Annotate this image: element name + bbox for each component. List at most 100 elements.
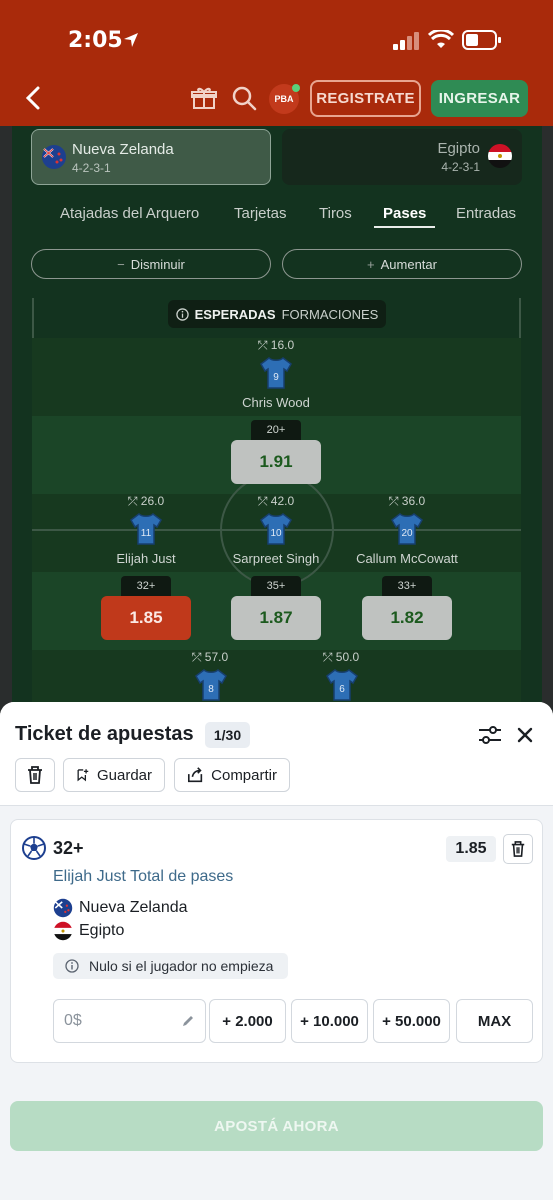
player-name: Sarpreet Singh	[232, 551, 320, 566]
pencil-icon	[183, 1016, 193, 1026]
trash-icon	[511, 841, 525, 857]
player-name: Callum McCowatt	[356, 551, 458, 566]
jersey-icon[interactable]: 11	[129, 512, 163, 546]
place-bet-button[interactable]: APOSTÁ AHORA	[10, 1101, 543, 1151]
selection-odd: 1.85	[446, 836, 496, 862]
bet-slip-title: Ticket de apuestas	[15, 723, 194, 745]
info-icon	[175, 307, 189, 321]
svg-text:20: 20	[401, 528, 413, 539]
tab-goalkeeper-saves[interactable]: Atajadas del Arquero	[60, 205, 199, 222]
quick-stake-2000-button[interactable]: + 2.000	[209, 999, 286, 1043]
jersey-icon[interactable]: 10	[259, 512, 293, 546]
home-team-name: Nueva Zelanda	[72, 141, 174, 158]
player-rating: ⤱ 26.0	[127, 494, 165, 508]
player-line: 33+	[382, 576, 432, 596]
share-icon	[187, 767, 203, 783]
online-dot	[292, 84, 300, 92]
egypt-flag-icon	[488, 144, 512, 168]
svg-text:10: 10	[270, 528, 282, 539]
search-icon[interactable]	[231, 85, 257, 111]
selection-line: 32+	[53, 838, 84, 858]
register-button[interactable]: REGISTRATE	[310, 80, 421, 117]
player-odd-button-selected[interactable]: 1.85	[101, 596, 191, 640]
decrease-label: Disminuir	[130, 256, 185, 272]
increase-label: Aumentar	[380, 256, 437, 272]
void-note: Nulo si el jugador no empieza	[53, 953, 288, 979]
svg-text:6: 6	[339, 684, 345, 695]
player-rating: ⤱ 42.0	[257, 494, 295, 508]
increase-button[interactable]: + Aumentar	[282, 249, 522, 279]
info-icon	[65, 959, 79, 973]
player-line: 20+	[251, 420, 301, 440]
away-formation: 4-2-3-1	[441, 160, 480, 174]
player-rating: ⤱ 36.0	[388, 494, 426, 508]
player-rating: ⤱ 57.0	[191, 650, 229, 664]
stake-input[interactable]: 0$	[53, 999, 206, 1043]
stake-input-placeholder: 0$	[64, 1012, 82, 1029]
active-tab-indicator	[374, 226, 435, 228]
jersey-icon[interactable]: 9	[259, 356, 293, 390]
player-rating: ⤱ 50.0	[322, 650, 360, 664]
app-header: 2:05 PBA REGISTRATE INGRESAR	[0, 0, 553, 126]
decrease-button[interactable]: − Disminuir	[31, 249, 271, 279]
bookmark-add-icon	[77, 769, 89, 782]
bet-count-badge: 1/30	[205, 722, 250, 748]
status-time: 2:05	[68, 28, 123, 53]
player-line: 32+	[121, 576, 171, 596]
jersey-icon[interactable]: 6	[325, 668, 359, 702]
player-rating: ⤱ 16.0	[257, 338, 295, 352]
svg-text:11: 11	[141, 528, 152, 539]
player-odd-button[interactable]: 1.82	[362, 596, 452, 640]
wifi-icon	[428, 30, 454, 48]
egypt-flag-icon	[53, 921, 73, 941]
away-team-card[interactable]: Egipto 4-2-3-1	[282, 129, 522, 185]
location-arrow-icon	[124, 33, 138, 47]
jersey-icon[interactable]: 20	[390, 512, 424, 546]
tab-shots[interactable]: Tiros	[319, 205, 352, 222]
home-team-name: Nueva Zelanda	[79, 899, 188, 916]
share-button[interactable]: Compartir	[174, 758, 290, 792]
close-icon[interactable]	[515, 725, 535, 745]
signal-icon	[393, 32, 419, 50]
quick-stake-10000-button[interactable]: + 10.000	[291, 999, 368, 1043]
save-button[interactable]: Guardar	[63, 758, 165, 792]
gift-icon[interactable]	[191, 85, 217, 111]
new-zealand-flag-icon	[42, 145, 66, 169]
tab-cards[interactable]: Tarjetas	[234, 205, 287, 222]
svg-text:8: 8	[208, 684, 214, 695]
tab-passes[interactable]: Pases	[383, 205, 426, 222]
away-team-name: Egipto	[437, 140, 480, 157]
max-stake-button[interactable]: MAX	[456, 999, 533, 1043]
pba-badge-label: PBA	[274, 94, 294, 104]
minus-icon: −	[117, 256, 125, 272]
formation-banner-text: FORMACIONES	[281, 306, 379, 322]
share-label: Compartir	[211, 766, 277, 784]
player-odd-button[interactable]: 1.91	[231, 440, 321, 484]
back-chevron-icon[interactable]	[22, 85, 44, 111]
formation-banner: ESPERADAS FORMACIONES	[168, 300, 386, 328]
home-formation: 4-2-3-1	[72, 161, 111, 175]
jersey-icon[interactable]: 8	[194, 668, 228, 702]
plus-icon: +	[367, 256, 375, 272]
away-team-name: Egipto	[79, 922, 125, 939]
login-button[interactable]: INGRESAR	[431, 80, 528, 117]
svg-text:9: 9	[273, 372, 279, 383]
remove-selection-button[interactable]	[503, 834, 533, 864]
player-line: 35+	[251, 576, 301, 596]
player-name: Chris Wood	[242, 395, 310, 410]
delete-all-button[interactable]	[15, 758, 55, 792]
save-label: Guardar	[96, 766, 152, 784]
tab-tackles[interactable]: Entradas	[456, 205, 518, 222]
battery-icon	[462, 30, 501, 50]
selection-market: Elijah Just Total de pases	[53, 868, 234, 885]
trash-icon	[28, 766, 42, 784]
home-team-card[interactable]: Nueva Zelanda 4-2-3-1	[31, 129, 271, 185]
settings-sliders-icon[interactable]	[477, 723, 503, 747]
formation-banner-bold: ESPERADAS	[194, 306, 276, 322]
soccer-ball-icon	[22, 836, 46, 860]
new-zealand-flag-icon	[53, 898, 73, 918]
void-note-text: Nulo si el jugador no empieza	[89, 958, 274, 974]
player-name: Elijah Just	[116, 551, 176, 566]
player-odd-button[interactable]: 1.87	[231, 596, 321, 640]
quick-stake-50000-button[interactable]: + 50.000	[373, 999, 450, 1043]
